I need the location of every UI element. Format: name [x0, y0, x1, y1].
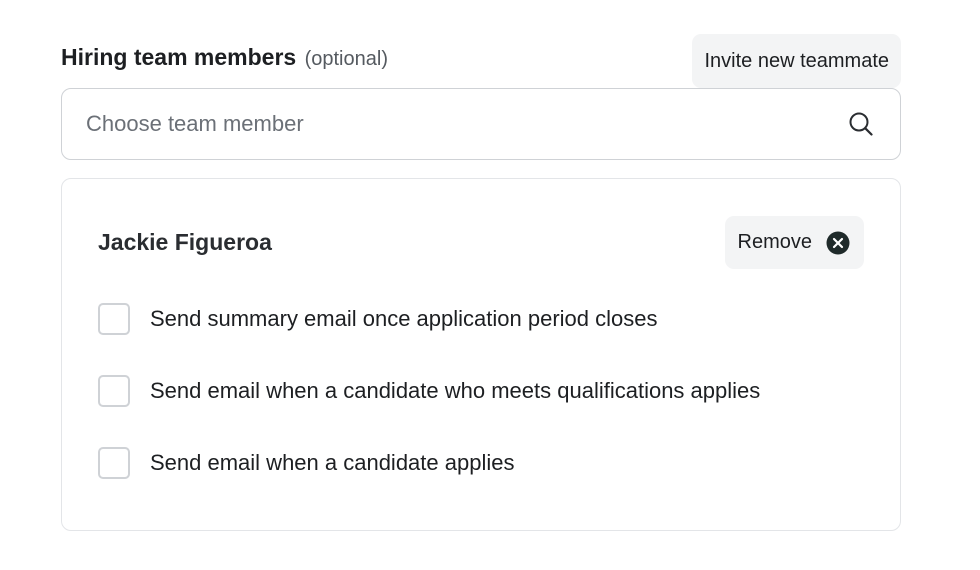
section-title: Hiring team members (optional)	[61, 44, 388, 71]
search-icon[interactable]	[848, 111, 874, 137]
option-summary-email[interactable]: Send summary email once application peri…	[98, 303, 657, 335]
checkbox[interactable]	[98, 447, 130, 479]
team-member-search[interactable]	[61, 88, 901, 160]
invite-teammate-button[interactable]: Invite new teammate	[692, 34, 901, 88]
remove-member-button[interactable]: Remove	[724, 216, 864, 269]
section-title-text: Hiring team members	[61, 44, 297, 70]
optional-label: (optional)	[304, 48, 388, 70]
hiring-team-header: Hiring team members (optional) Invite ne…	[61, 34, 901, 88]
option-candidate-applies-email[interactable]: Send email when a candidate applies	[98, 447, 514, 479]
option-label: Send email when a candidate who meets qu…	[150, 378, 761, 403]
search-input[interactable]	[86, 89, 826, 159]
close-circle-icon	[826, 231, 850, 254]
option-label: Send summary email once application peri…	[150, 306, 658, 331]
member-name: Jackie Figueroa	[98, 229, 272, 255]
checkbox[interactable]	[98, 375, 130, 407]
option-label: Send email when a candidate applies	[150, 450, 515, 475]
hiring-team-section: Hiring team members (optional) Invite ne…	[61, 34, 901, 160]
option-qualified-candidate-email[interactable]: Send email when a candidate who meets qu…	[98, 375, 760, 407]
checkbox[interactable]	[98, 303, 130, 335]
remove-button-label: Remove	[737, 231, 812, 253]
team-member-card: Jackie Figueroa Remove Send summary emai…	[61, 178, 901, 531]
